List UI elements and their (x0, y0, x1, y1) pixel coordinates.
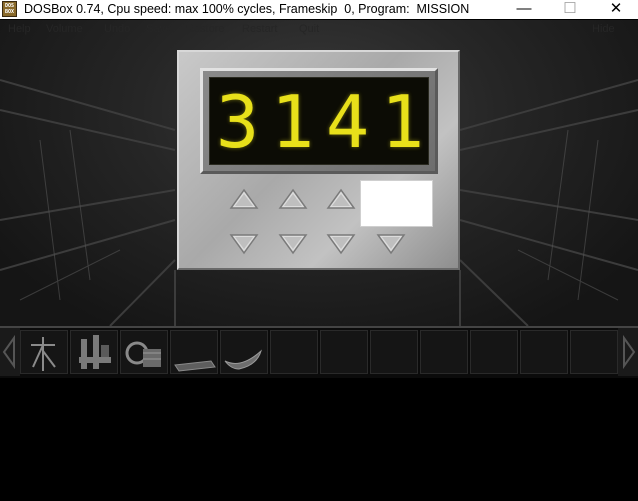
digit-1-down-button[interactable] (229, 233, 259, 255)
digit-4-up-button-blank[interactable] (360, 180, 433, 227)
inventory-slot-6[interactable] (270, 330, 318, 374)
menu-undo[interactable]: Undo (104, 22, 130, 36)
digit-2-down-button[interactable] (278, 233, 308, 255)
menu-help[interactable]: Help (8, 22, 31, 36)
inventory-scroll-left-button[interactable] (0, 328, 20, 376)
inventory-slot-2[interactable] (70, 330, 118, 374)
coil-device-icon (125, 341, 161, 367)
inventory-slot-1[interactable] (20, 330, 68, 374)
flat-board-icon (174, 360, 216, 372)
inventory-slot-7[interactable] (320, 330, 368, 374)
inventory-slot-3[interactable] (120, 330, 168, 374)
display-digit-3: 4 (325, 80, 370, 164)
game-viewport[interactable]: Help Volume Undo Save Restore Restart Qu… (0, 20, 638, 501)
inventory-slot-9[interactable] (420, 330, 468, 374)
digit-1-up-button[interactable] (229, 188, 259, 210)
keypad-panel: 3 1 4 1 (177, 50, 460, 270)
inventory-slot-4[interactable] (170, 330, 218, 374)
digit-2-up-button[interactable] (278, 188, 308, 210)
inventory-scroll-right-button[interactable] (618, 328, 638, 376)
menu-restore[interactable]: Restore (186, 22, 225, 36)
crane-tool-icon (31, 337, 56, 371)
menu-hide[interactable]: Hide (592, 22, 615, 36)
window-title: DOSBox 0.74, Cpu speed: max 100% cycles,… (24, 2, 470, 16)
digit-3-down-button[interactable] (326, 233, 356, 255)
menu-restart[interactable]: Restart (242, 22, 277, 36)
close-button[interactable]: ✕ (593, 0, 638, 19)
curved-blade-icon (224, 349, 262, 370)
inventory-slot-10[interactable] (470, 330, 518, 374)
inventory-slot-11[interactable] (520, 330, 568, 374)
inventory-slot-8[interactable] (370, 330, 418, 374)
display-digit-1: 3 (215, 80, 260, 164)
display-frame: 3 1 4 1 (200, 68, 438, 174)
inventory-slot-12[interactable] (570, 330, 618, 374)
display-digit-2: 1 (270, 80, 315, 164)
inventory-bar (0, 326, 638, 378)
menu-volume[interactable]: Volume (46, 22, 83, 36)
digit-display: 3 1 4 1 (209, 77, 429, 165)
game-scene: Help Volume Undo Save Restore Restart Qu… (0, 20, 638, 326)
digit-3-up-button[interactable] (326, 188, 356, 210)
minimize-button[interactable]: — (501, 0, 547, 19)
machine-part-icon (79, 335, 111, 369)
maximize-button[interactable]: ☐ (547, 0, 593, 19)
dosbox-app-icon[interactable]: DOS BOX (2, 1, 17, 17)
digit-4-down-button[interactable] (376, 233, 406, 255)
inventory-slot-5[interactable] (220, 330, 268, 374)
menu-quit[interactable]: Quit (299, 22, 319, 36)
title-bar: DOS BOX DOSBox 0.74, Cpu speed: max 100%… (0, 0, 638, 19)
game-menu-bar: Help Volume Undo Save Restore Restart Qu… (0, 22, 638, 36)
display-digit-4: 1 (380, 80, 425, 164)
menu-save[interactable]: Save (146, 22, 171, 36)
